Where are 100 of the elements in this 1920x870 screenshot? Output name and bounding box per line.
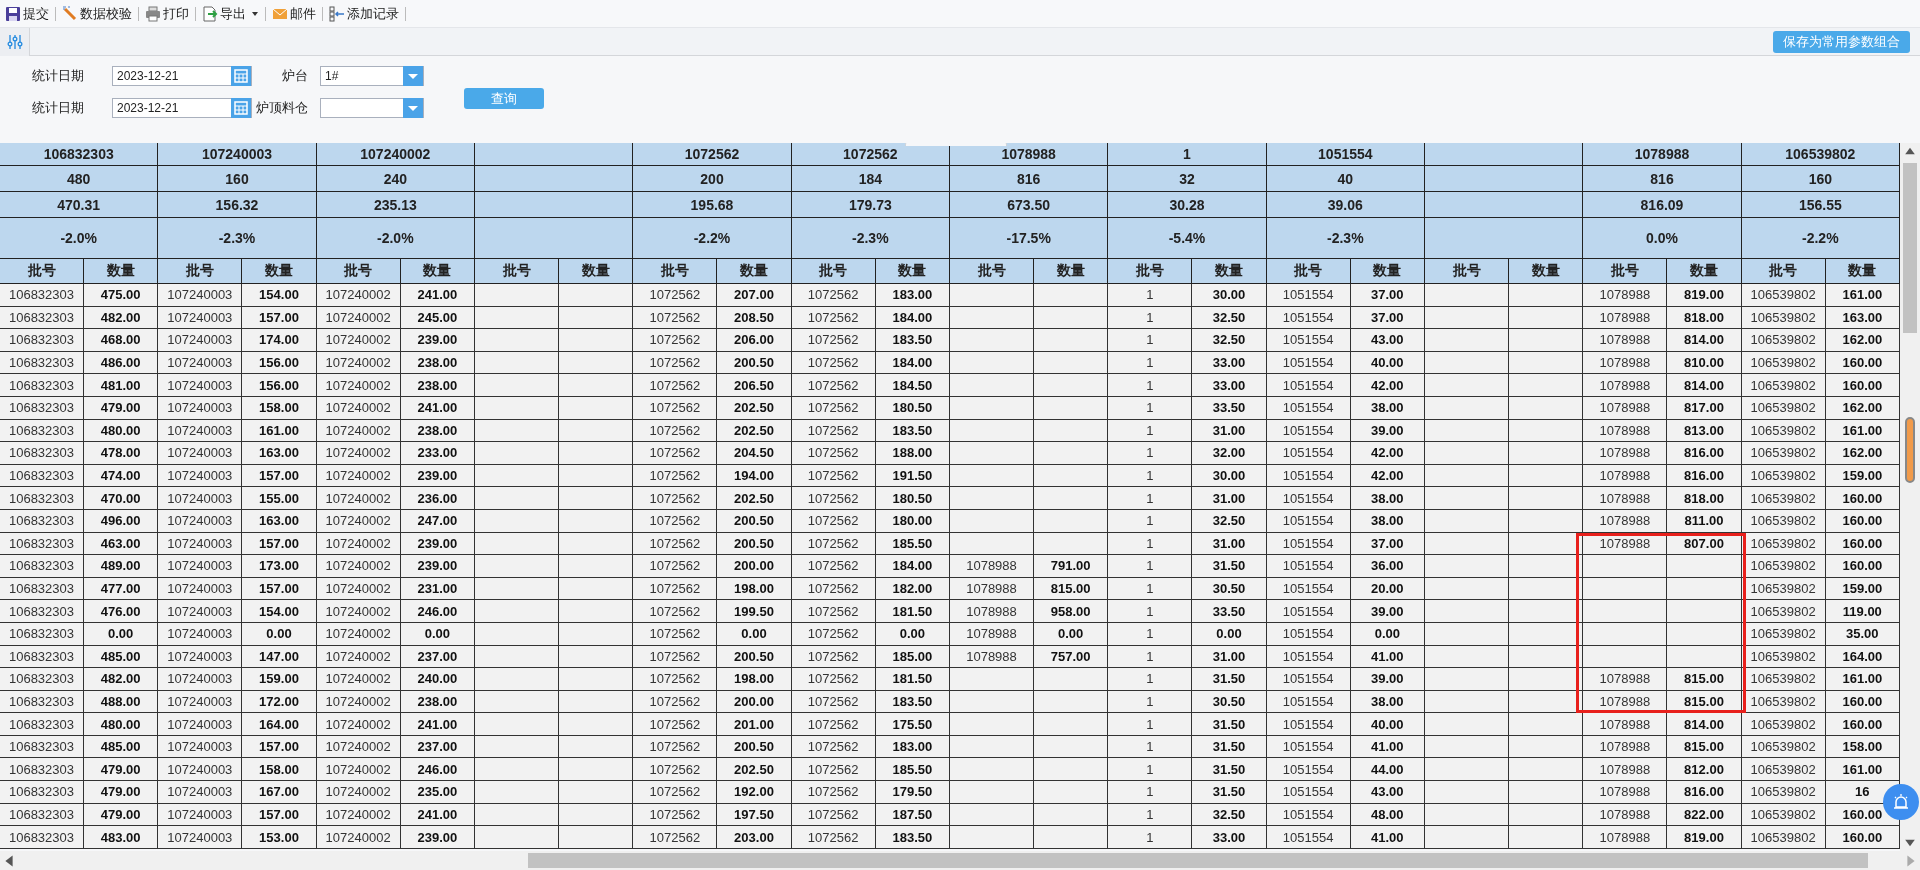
scrollbar-thumb[interactable] <box>528 853 1868 868</box>
table-cell: 239.00 <box>400 329 475 352</box>
table-cell: 1 <box>1108 735 1193 759</box>
table-cell: 1072562 <box>791 758 876 782</box>
table-cell: 206.00 <box>717 329 792 352</box>
table-cell: 162.00 <box>1825 329 1900 352</box>
table-cell: 106832303 <box>0 668 84 691</box>
select-field[interactable]: 1# <box>320 66 424 86</box>
table-cell: 160.00 <box>1825 555 1900 578</box>
toolbar-button[interactable]: 提交 <box>2 4 52 23</box>
table-cell: 194.00 <box>717 464 792 488</box>
table-cell: 241.00 <box>400 284 475 307</box>
sliders-icon <box>6 32 23 51</box>
table-cell: 200.50 <box>717 645 792 669</box>
scrollbar-thumb[interactable] <box>1903 163 1917 333</box>
table-cell: 1051554 <box>1266 758 1351 782</box>
table-cell: 1072562 <box>791 374 876 397</box>
column-header: 批号 <box>791 259 876 284</box>
table-cell: 107240003 <box>158 600 243 623</box>
column-header: 数量 <box>242 259 317 284</box>
toolbar-button[interactable]: 打印 <box>142 4 192 23</box>
add-row-icon <box>329 5 345 22</box>
vertical-scrollbar[interactable] <box>1900 143 1920 851</box>
table-cell: 1078988 <box>1583 735 1668 759</box>
header-cell: 816 <box>950 166 1109 192</box>
table-cell: 206.50 <box>717 374 792 397</box>
calendar-icon[interactable] <box>231 98 251 118</box>
table-cell: 30.00 <box>1192 464 1267 488</box>
table-cell: 1078988 <box>1583 509 1668 533</box>
table-cell: 107240003 <box>158 645 243 669</box>
table-cell: 106539802 <box>1741 781 1826 804</box>
table-cell: 480.00 <box>84 713 159 736</box>
header-cell: 156.55 <box>1741 192 1900 218</box>
header-cell: 156.32 <box>158 192 317 218</box>
column-header: 批号 <box>1583 259 1668 284</box>
table-cell: 1072562 <box>633 532 718 556</box>
table-cell: 159.00 <box>242 668 317 691</box>
table-cell: 1 <box>1108 351 1193 375</box>
calendar-icon[interactable] <box>231 66 251 86</box>
column-header: 批号 <box>633 259 718 284</box>
table-cell: 107240002 <box>316 781 401 804</box>
dropdown-icon[interactable] <box>403 66 423 86</box>
table-cell: 40.00 <box>1350 713 1425 736</box>
table-cell: 1051554 <box>1266 600 1351 623</box>
header-cell: 816.09 <box>1583 192 1742 218</box>
table-cell: 1 <box>1108 600 1193 623</box>
toolbar-button[interactable]: 添加记录 <box>326 4 402 23</box>
table-cell: 31.00 <box>1192 419 1267 443</box>
table-cell: 482.00 <box>84 668 159 691</box>
table-cell: 0.00 <box>717 622 792 646</box>
toolbar-button[interactable]: 邮件 <box>269 4 319 23</box>
table-cell: 202.50 <box>717 396 792 420</box>
column-header: 批号 <box>158 259 243 284</box>
table-cell: 1072562 <box>633 622 718 646</box>
table-cell: 1078988 <box>1583 329 1668 352</box>
column-header: 数量 <box>875 259 950 284</box>
filter-tab[interactable] <box>0 27 30 56</box>
table-cell: 107240003 <box>158 284 243 307</box>
table-cell: 164.00 <box>242 713 317 736</box>
table-cell: 485.00 <box>84 735 159 759</box>
column-header: 批号 <box>1741 259 1826 284</box>
table-cell: 33.50 <box>1192 396 1267 420</box>
table-cell: 202.50 <box>717 487 792 510</box>
field-label: 统计日期 <box>31 67 85 85</box>
table-cell: 246.00 <box>400 758 475 782</box>
table-cell: 1051554 <box>1266 487 1351 510</box>
table-cell: 241.00 <box>400 713 475 736</box>
table-cell: 42.00 <box>1350 442 1425 465</box>
scroll-marker[interactable] <box>1905 417 1915 483</box>
table-cell: 1072562 <box>791 329 876 352</box>
table-cell: 106832303 <box>0 758 84 782</box>
table-cell: 1051554 <box>1266 668 1351 691</box>
dropdown-icon[interactable] <box>403 98 423 118</box>
table-cell: 1 <box>1108 419 1193 443</box>
horizontal-scrollbar[interactable] <box>0 851 1920 870</box>
table-cell: 44.00 <box>1350 758 1425 782</box>
table-cell: 153.00 <box>242 826 317 849</box>
table-cell: 1072562 <box>791 555 876 578</box>
toolbar-button[interactable]: 数据校验 <box>59 4 135 23</box>
select-field[interactable] <box>320 98 424 118</box>
table-cell: 1 <box>1108 396 1193 420</box>
table-cell: 163.00 <box>242 442 317 465</box>
table-cell: 183.00 <box>875 284 950 307</box>
header-cell: -2.2% <box>1741 218 1900 259</box>
table-cell: 822.00 <box>1667 803 1742 827</box>
date-field[interactable]: 2023-12-21 <box>112 98 252 118</box>
table-cell: 1072562 <box>633 600 718 623</box>
table-cell: 106832303 <box>0 374 84 397</box>
date-field[interactable]: 2023-12-21 <box>112 66 252 86</box>
table-cell: 106832303 <box>0 622 84 646</box>
header-cell: 106539802 <box>1741 143 1900 166</box>
table-cell: 819.00 <box>1667 826 1742 849</box>
toolbar-button[interactable]: 导出 <box>199 4 262 23</box>
table-cell: 479.00 <box>84 758 159 782</box>
table-cell: 30.50 <box>1192 690 1267 714</box>
table-cell: 1 <box>1108 374 1193 397</box>
table-cell: 179.50 <box>875 781 950 804</box>
table-cell: 200.50 <box>717 509 792 533</box>
table-cell: 479.00 <box>84 396 159 420</box>
table-cell: 1051554 <box>1266 442 1351 465</box>
